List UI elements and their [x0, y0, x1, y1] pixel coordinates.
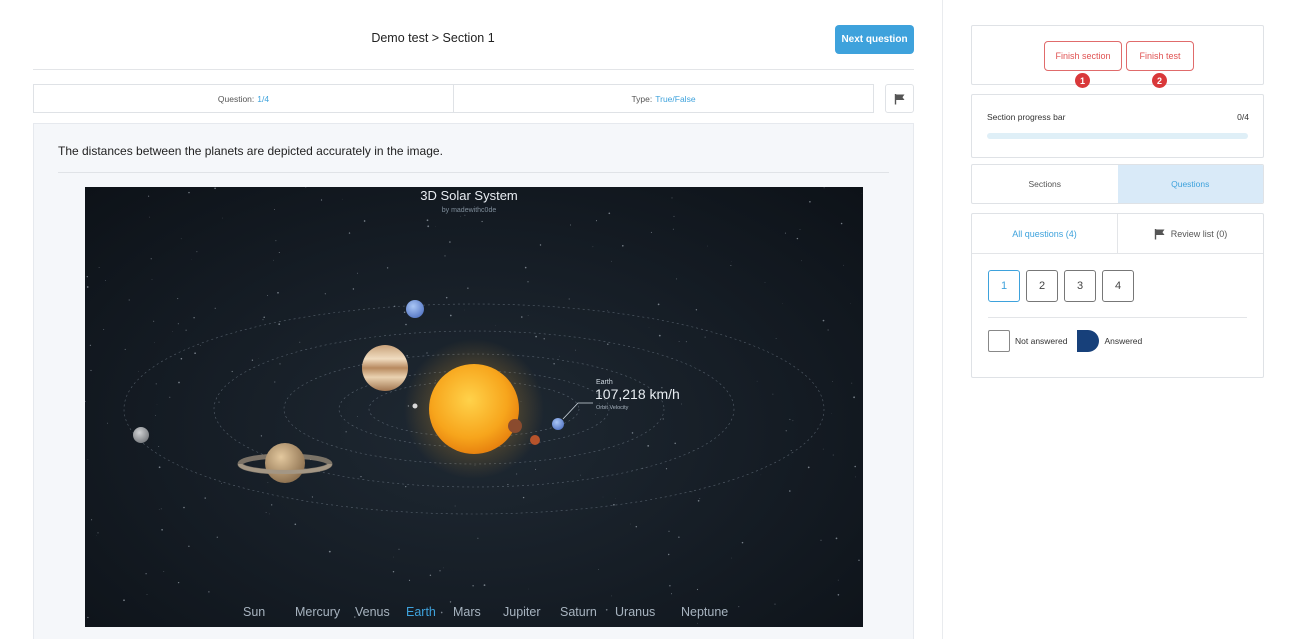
planet-nav-item[interactable]: Mercury — [295, 605, 341, 619]
not-answered-swatch — [988, 330, 1010, 352]
question-number-button[interactable]: 1 — [988, 270, 1020, 302]
sun — [429, 364, 519, 454]
solar-system-illustration: 3D Solar System by madewithc0de Earth 10… — [85, 187, 863, 624]
planet-nav-item[interactable]: Saturn — [560, 605, 597, 619]
neptune — [133, 427, 149, 443]
tooltip-leader — [562, 402, 593, 420]
image-title: 3D Solar System — [420, 188, 518, 203]
question-type: Type: True/False — [453, 85, 873, 112]
uranus — [406, 300, 424, 318]
column-divider — [942, 0, 943, 639]
tooltip-value: 107,218 km/h — [595, 386, 680, 402]
venus — [508, 419, 522, 433]
earth — [552, 418, 564, 430]
question-counter-value: 1/4 — [257, 93, 270, 104]
mercury — [412, 403, 418, 409]
finish-section-button[interactable]: Finish section — [1044, 41, 1122, 71]
image-subtitle: by madewithc0de — [442, 207, 497, 214]
tab-all-questions[interactable]: All questions (4) — [972, 214, 1117, 253]
question-list-card: All questions (4) Review list (0) 1234 N… — [971, 213, 1264, 378]
legend-not-answered: Not answered — [1015, 336, 1068, 346]
progress-count: 0/4 — [1237, 112, 1249, 122]
saturn — [237, 443, 333, 483]
tooltip-caption: Orbit Velocity — [596, 405, 629, 411]
answered-swatch — [1077, 330, 1100, 352]
flag-icon — [1154, 228, 1165, 239]
review-list-label: Review list (0) — [1170, 228, 1228, 239]
step-badge-1: 1 — [1075, 73, 1090, 88]
question-number-button[interactable]: 4 — [1102, 270, 1134, 302]
question-text: The distances between the planets are de… — [58, 144, 443, 158]
question-counter: Question: 1/4 — [34, 85, 453, 112]
section-progress-card: Section progress bar 0/4 — [971, 94, 1264, 158]
question-area: Demo test > Section 1 Next question Ques… — [33, 0, 914, 639]
tab-sections[interactable]: Sections — [972, 165, 1118, 203]
legend-divider — [988, 317, 1247, 318]
solar-system-image: 3D Solar System by madewithc0de Earth 10… — [85, 187, 863, 627]
tab-questions[interactable]: Questions — [1117, 165, 1263, 203]
question-divider — [58, 172, 889, 173]
planet-nav-item[interactable]: Earth — [406, 605, 436, 619]
top-bar: Demo test > Section 1 Next question — [33, 0, 914, 70]
planet-nav-item[interactable]: Mars — [453, 605, 481, 619]
breadcrumb: Demo test > Section 1 — [371, 31, 495, 45]
planet-nav-item[interactable]: Jupiter — [503, 605, 541, 619]
question-number-button[interactable]: 2 — [1026, 270, 1058, 302]
test-page: Demo test > Section 1 Next question Ques… — [0, 0, 1290, 639]
question-number-grid: 1234 — [988, 270, 1134, 302]
mars — [530, 435, 540, 445]
question-counter-label: Question: — [217, 93, 255, 104]
legend-answered: Answered — [1104, 336, 1143, 346]
progress-track — [987, 133, 1248, 139]
next-question-button[interactable]: Next question — [835, 25, 914, 54]
finish-test-button[interactable]: Finish test — [1126, 41, 1194, 71]
answer-legend: Not answered Answered — [988, 330, 1142, 352]
question-type-label: Type: — [631, 93, 653, 104]
progress-label: Section progress bar — [987, 112, 1066, 122]
tooltip-planet: Earth — [596, 379, 613, 386]
all-questions-label: All questions (4) — [1012, 228, 1077, 239]
question-type-value: True/False — [655, 93, 696, 104]
question-number-button[interactable]: 3 — [1064, 270, 1096, 302]
planet-nav-item[interactable]: Venus — [355, 605, 390, 619]
finish-card: Finish section Finish test 1 2 — [971, 25, 1264, 88]
planet-nav-item[interactable]: Sun — [243, 605, 265, 619]
step-badge-2: 2 — [1152, 73, 1167, 88]
planet-nav-item[interactable]: Neptune — [681, 605, 728, 619]
jupiter — [362, 345, 408, 391]
question-info-bar: Question: 1/4 Type: True/False — [33, 84, 874, 113]
tab-review-list[interactable]: Review list (0) — [1117, 214, 1263, 253]
question-filter-tabs: All questions (4) Review list (0) — [972, 214, 1263, 254]
question-panel: The distances between the planets are de… — [33, 123, 914, 639]
flag-question-button[interactable] — [885, 84, 914, 113]
planet-nav: Sun Mercury Venus Earth Mars Jupiter Saturn Ura… — [243, 605, 728, 619]
flag-icon — [894, 93, 904, 104]
view-tabs: Sections Questions — [971, 164, 1264, 204]
planet-nav-item[interactable]: Uranus — [615, 605, 655, 619]
